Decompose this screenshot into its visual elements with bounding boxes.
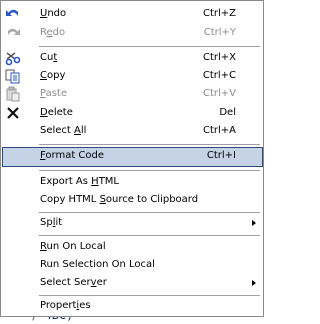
menu-item-shortcut: Ctrl+Y xyxy=(203,27,236,38)
menu-item-label: Paste xyxy=(40,88,68,99)
menu-item-label: Copy xyxy=(40,70,66,81)
menu-item-select-all[interactable]: Select All Ctrl+A xyxy=(2,122,263,141)
menu-item-delete[interactable]: Delete Del xyxy=(2,104,263,123)
menu-item-label: Select Server xyxy=(40,277,107,288)
context-menu: Undo Ctrl+Z Redo Ctrl+Y Cut Ctrl+X Copy … xyxy=(0,0,264,317)
submenu-arrow-icon xyxy=(252,280,256,286)
menu-separator xyxy=(39,46,260,47)
menu-item-export-html[interactable]: Export As HTML xyxy=(2,173,263,192)
paste-icon xyxy=(5,86,21,102)
menu-item-label: Cut xyxy=(40,52,58,63)
menu-item-format-code[interactable]: Format Code Ctrl+I xyxy=(2,147,263,167)
menu-item-run-on-local[interactable]: Run On Local xyxy=(2,238,263,257)
menu-separator xyxy=(39,170,260,171)
menu-item-label: Split xyxy=(40,217,63,228)
menu-item-label: Delete xyxy=(40,107,73,118)
menu-item-label: Select All xyxy=(40,125,87,136)
menu-separator xyxy=(39,212,260,213)
menu-item-run-selection-on-local[interactable]: Run Selection On Local xyxy=(2,256,263,275)
menu-item-label: Redo xyxy=(40,27,66,38)
menu-item-shortcut: Ctrl+I xyxy=(206,150,236,161)
delete-icon xyxy=(5,105,21,121)
submenu-arrow-icon xyxy=(252,220,256,226)
menu-item-copy-html-source[interactable]: Copy HTML Source to Clipboard xyxy=(2,191,263,210)
cut-icon xyxy=(5,50,21,66)
menu-item-copy[interactable]: Copy Ctrl+C xyxy=(2,67,263,86)
menu-item-split[interactable]: Split xyxy=(2,214,263,233)
menu-item-redo[interactable]: Redo Ctrl+Y xyxy=(2,24,263,43)
menu-item-label: Run On Local xyxy=(40,241,106,252)
menu-separator xyxy=(39,144,260,145)
menu-separator xyxy=(39,235,260,236)
undo-icon xyxy=(5,6,21,22)
menu-item-label: Export As HTML xyxy=(40,176,119,187)
menu-item-cut[interactable]: Cut Ctrl+X xyxy=(2,49,263,68)
menu-item-label: Format Code xyxy=(40,150,105,161)
menu-item-paste[interactable]: Paste Ctrl+V xyxy=(2,85,263,104)
menu-item-shortcut: Ctrl+V xyxy=(202,88,236,99)
menu-item-shortcut: Ctrl+A xyxy=(202,125,236,136)
copy-icon xyxy=(5,68,21,84)
redo-icon xyxy=(5,25,21,41)
menu-item-shortcut: Del xyxy=(219,107,236,118)
menu-item-undo[interactable]: Undo Ctrl+Z xyxy=(2,5,263,24)
menu-item-label: Undo xyxy=(40,8,67,19)
menu-item-properties[interactable]: Properties xyxy=(2,297,263,316)
menu-item-shortcut: Ctrl+X xyxy=(202,52,236,63)
menu-item-label: Run Selection On Local xyxy=(40,259,155,270)
menu-item-select-server[interactable]: Select Server xyxy=(2,274,263,293)
menu-item-label: Properties xyxy=(40,300,91,311)
menu-separator xyxy=(39,295,260,296)
menu-item-shortcut: Ctrl+C xyxy=(202,70,236,81)
menu-item-label: Copy HTML Source to Clipboard xyxy=(40,194,199,205)
menu-item-shortcut: Ctrl+Z xyxy=(202,8,236,19)
